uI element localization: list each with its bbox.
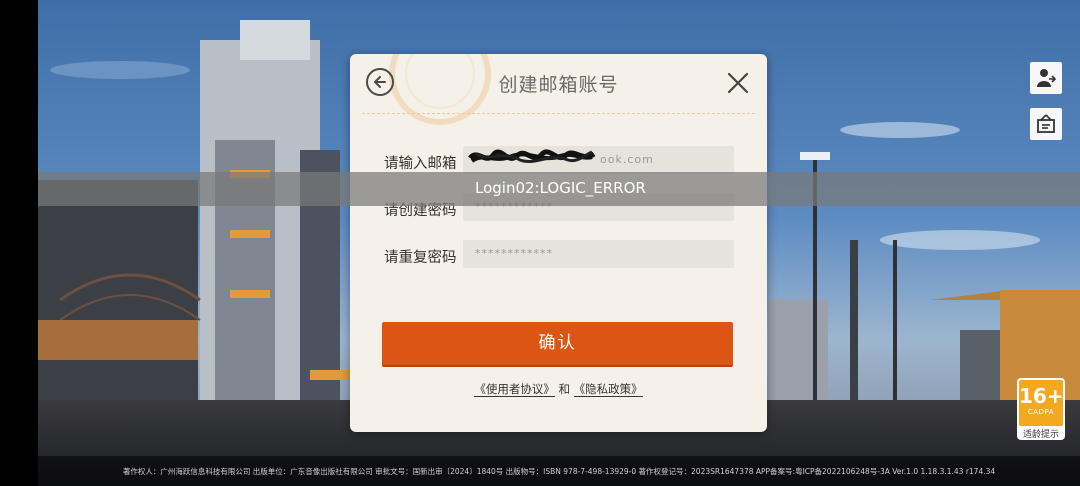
notice-button[interactable]	[1030, 108, 1062, 140]
privacy-policy-link[interactable]: 《隐私政策》	[573, 382, 643, 397]
left-black-bar	[0, 0, 38, 486]
notice-board-icon	[1037, 114, 1055, 133]
account-switch-icon	[1037, 69, 1056, 87]
email-label: 请输入邮箱	[384, 156, 457, 172]
close-icon[interactable]	[726, 71, 750, 95]
error-toast: Login02:LOGIC_ERROR	[38, 172, 1080, 206]
agreement-links: 《使用者协议》 和 《隐私政策》	[350, 381, 767, 397]
repeat-password-field[interactable]: ************	[463, 240, 734, 268]
user-agreement-link[interactable]: 《使用者协议》	[474, 382, 555, 397]
title-divider	[362, 113, 755, 114]
age-rating-label: 适龄提示	[1022, 430, 1059, 440]
age-rating-number: 16+	[1019, 384, 1064, 408]
create-email-account-dialog: 创建邮箱账号 请输入邮箱 ook.com 请创建密码 ************ …	[350, 54, 767, 432]
age-rating-badge[interactable]: 16+ CADPA 适龄提示	[1017, 378, 1065, 440]
redaction-scribble	[468, 149, 596, 163]
repeat-password-label: 请重复密码	[384, 250, 457, 266]
age-rating-top: 16+ CADPA	[1019, 380, 1064, 426]
toast-message: Login02:LOGIC_ERROR	[475, 179, 646, 197]
and-text: 和	[558, 382, 571, 396]
age-rating-org: CADPA	[1027, 408, 1055, 416]
dialog-title: 创建邮箱账号	[498, 74, 619, 96]
account-switch-button[interactable]	[1030, 62, 1062, 94]
copyright-footer: 著作权人：广州海跃信息科技有限公司 出版单位：广东音像出版社有限公司 审批文号：…	[122, 467, 996, 476]
confirm-button[interactable]: 确认	[382, 322, 733, 365]
